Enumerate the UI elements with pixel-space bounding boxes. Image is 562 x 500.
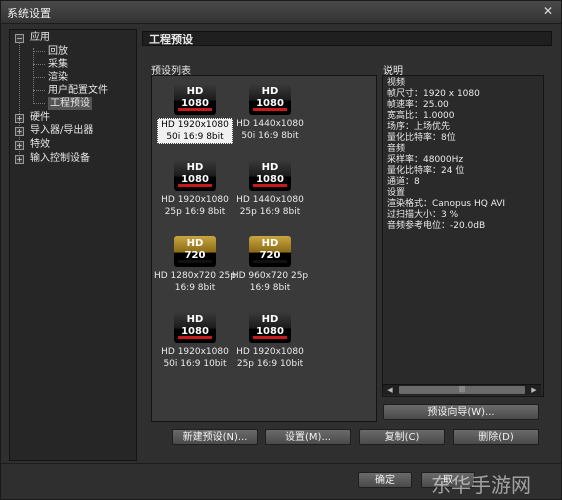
- scroll-thumb[interactable]: |||: [399, 386, 525, 394]
- tree-item-label: 导入器/导出器: [30, 125, 94, 136]
- tree-item-label: 工程预设: [50, 98, 90, 109]
- tree-item-importers-exporters[interactable]: 导入器/导出器: [30, 124, 93, 137]
- tree-line: [33, 51, 45, 52]
- tree-line: [33, 77, 45, 78]
- desc-line: 渲染格式：Canopus HQ AVI: [387, 199, 506, 209]
- tree-item-hardware[interactable]: 硬件: [30, 111, 50, 124]
- hd-1080-icon: HD 1080: [174, 160, 216, 190]
- tree-item-label: 硬件: [30, 112, 50, 123]
- preset-wizard-button[interactable]: 预设向导(W)...: [383, 404, 539, 420]
- tree-item-capture[interactable]: 采集: [48, 58, 68, 71]
- desc-line: 视频: [387, 78, 406, 88]
- desc-line: 量化比特率：24 位: [387, 166, 465, 176]
- desc-line: 量化比特率：8位: [387, 133, 456, 143]
- preset-caption: HD 1920x1080 25p 16:9 8bit: [161, 195, 229, 217]
- hd-1080-icon: HD 1080: [249, 160, 291, 190]
- preset-caption: HD 1920x1080 25p 16:9 10bit: [236, 347, 304, 369]
- tree-item-render[interactable]: 渲染: [48, 71, 68, 84]
- watermark-logo: 东华手游网: [431, 473, 531, 497]
- desc-line: 宽高比：1.0000: [387, 111, 455, 121]
- scroll-right-icon[interactable]: ▶: [529, 385, 539, 395]
- description-panel: 视频 帧尺寸：1920 x 1080 帧速率：25.00 宽高比：1.0000 …: [382, 75, 544, 397]
- expand-icon[interactable]: +: [15, 127, 24, 136]
- expand-icon[interactable]: +: [15, 155, 24, 164]
- tree-line: [33, 90, 45, 91]
- desc-line: 设置: [387, 188, 406, 198]
- collapse-icon[interactable]: −: [15, 34, 24, 43]
- delete-button[interactable]: 删除(D): [453, 429, 539, 445]
- preset-tile[interactable]: HD 720 HD 960x720 25p 16:9 8bit: [230, 236, 310, 294]
- desc-line: 过扫描大小：3 %: [387, 210, 459, 220]
- tree-line: [33, 103, 45, 104]
- tree-item-label: 渲染: [48, 72, 68, 83]
- tree-item-label: 输入控制设备: [30, 153, 90, 164]
- preset-tile[interactable]: HD 1080 HD 1920x1080 25p 16:9 10bit: [232, 312, 308, 370]
- tree-item-effects[interactable]: 特效: [30, 138, 50, 151]
- hd-1080-icon: HD 1080: [174, 84, 216, 114]
- description-hscrollbar[interactable]: ◀ ||| ▶: [383, 384, 541, 395]
- preset-caption: HD 1920x1080 50i 16:9 8bit: [157, 118, 233, 144]
- hd-1080-icon: HD 1080: [174, 312, 216, 342]
- preset-list: HD 1080 HD 1920x1080 50i 16:9 8bit HD 1080 …: [151, 75, 377, 422]
- hd-720-icon: HD 720: [174, 236, 216, 266]
- tree-item-project-presets[interactable]: 工程预设: [48, 97, 92, 110]
- preset-tile[interactable]: HD 1080 HD 1920x1080 25p 16:9 8bit: [157, 160, 233, 218]
- desc-line: 采样率：48000Hz: [387, 155, 464, 165]
- new-preset-button[interactable]: 新建预设(N)...: [172, 429, 258, 445]
- settings-window: 系统设置 ✕ − 应用 回放 采集 渲染 用户配置文件 工程预设 + 硬件 + …: [0, 0, 562, 500]
- desc-line: 音频: [387, 144, 406, 154]
- tree-item-label: 用户配置文件: [48, 85, 108, 96]
- preset-caption: HD 1280x720 25p 16:9 8bit: [154, 271, 236, 293]
- tree-item-label: 应用: [30, 32, 50, 43]
- expand-icon[interactable]: +: [15, 141, 24, 150]
- tree-line: [33, 64, 45, 65]
- ok-button[interactable]: 确定: [358, 472, 412, 488]
- hd-1080-icon: HD 1080: [249, 84, 291, 114]
- preset-tile[interactable]: HD 1080 HD 1440x1080 25p 16:9 8bit: [232, 160, 308, 218]
- tree-item-user-profile[interactable]: 用户配置文件: [48, 84, 108, 97]
- tree-item-label: 特效: [30, 139, 50, 150]
- scroll-left-icon[interactable]: ◀: [385, 385, 395, 395]
- footer-divider: [1, 463, 561, 464]
- tree-item-app[interactable]: 应用: [30, 31, 50, 44]
- preset-caption: HD 1920x1080 50i 16:9 10bit: [161, 347, 229, 369]
- window-title: 系统设置: [7, 7, 51, 20]
- tree-item-playback[interactable]: 回放: [48, 45, 68, 58]
- hd-1080-icon: HD 1080: [249, 312, 291, 342]
- settings-button[interactable]: 设置(M)...: [265, 429, 351, 445]
- desc-line: 帧尺寸：1920 x 1080: [387, 89, 480, 99]
- tree-line: [33, 48, 34, 102]
- tree-item-label: 回放: [48, 46, 68, 57]
- section-title: 工程预设: [142, 31, 552, 46]
- expand-icon[interactable]: +: [15, 114, 24, 123]
- preset-tile[interactable]: HD 1080 HD 1920x1080 50i 16:9 10bit: [157, 312, 233, 370]
- title-bar: 系统设置 ✕: [1, 1, 561, 24]
- preset-tile[interactable]: HD 720 HD 1280x720 25p 16:9 8bit: [154, 236, 236, 294]
- desc-line: 场序：上场优先: [387, 122, 451, 132]
- desc-line: 通道：8: [387, 177, 420, 187]
- copy-button[interactable]: 复制(C): [359, 429, 445, 445]
- hd-720-icon: HD 720: [249, 236, 291, 266]
- preset-tile[interactable]: HD 1080 HD 1440x1080 50i 16:9 8bit: [232, 84, 308, 142]
- preset-caption: HD 1440x1080 50i 16:9 8bit: [236, 119, 304, 141]
- desc-line: 帧速率：25.00: [387, 100, 449, 110]
- settings-tree: − 应用 回放 采集 渲染 用户配置文件 工程预设 + 硬件 + 导入器/导出器…: [9, 29, 137, 461]
- tree-item-input-devices[interactable]: 输入控制设备: [30, 152, 90, 165]
- preset-caption: HD 1440x1080 25p 16:9 8bit: [236, 195, 304, 217]
- desc-line: 音频参考电位：-20.0dB: [387, 221, 486, 231]
- tree-item-label: 采集: [48, 59, 68, 70]
- preset-caption: HD 960x720 25p 16:9 8bit: [231, 271, 309, 293]
- close-icon[interactable]: ✕: [541, 4, 555, 18]
- preset-tile[interactable]: HD 1080 HD 1920x1080 50i 16:9 8bit: [157, 84, 233, 144]
